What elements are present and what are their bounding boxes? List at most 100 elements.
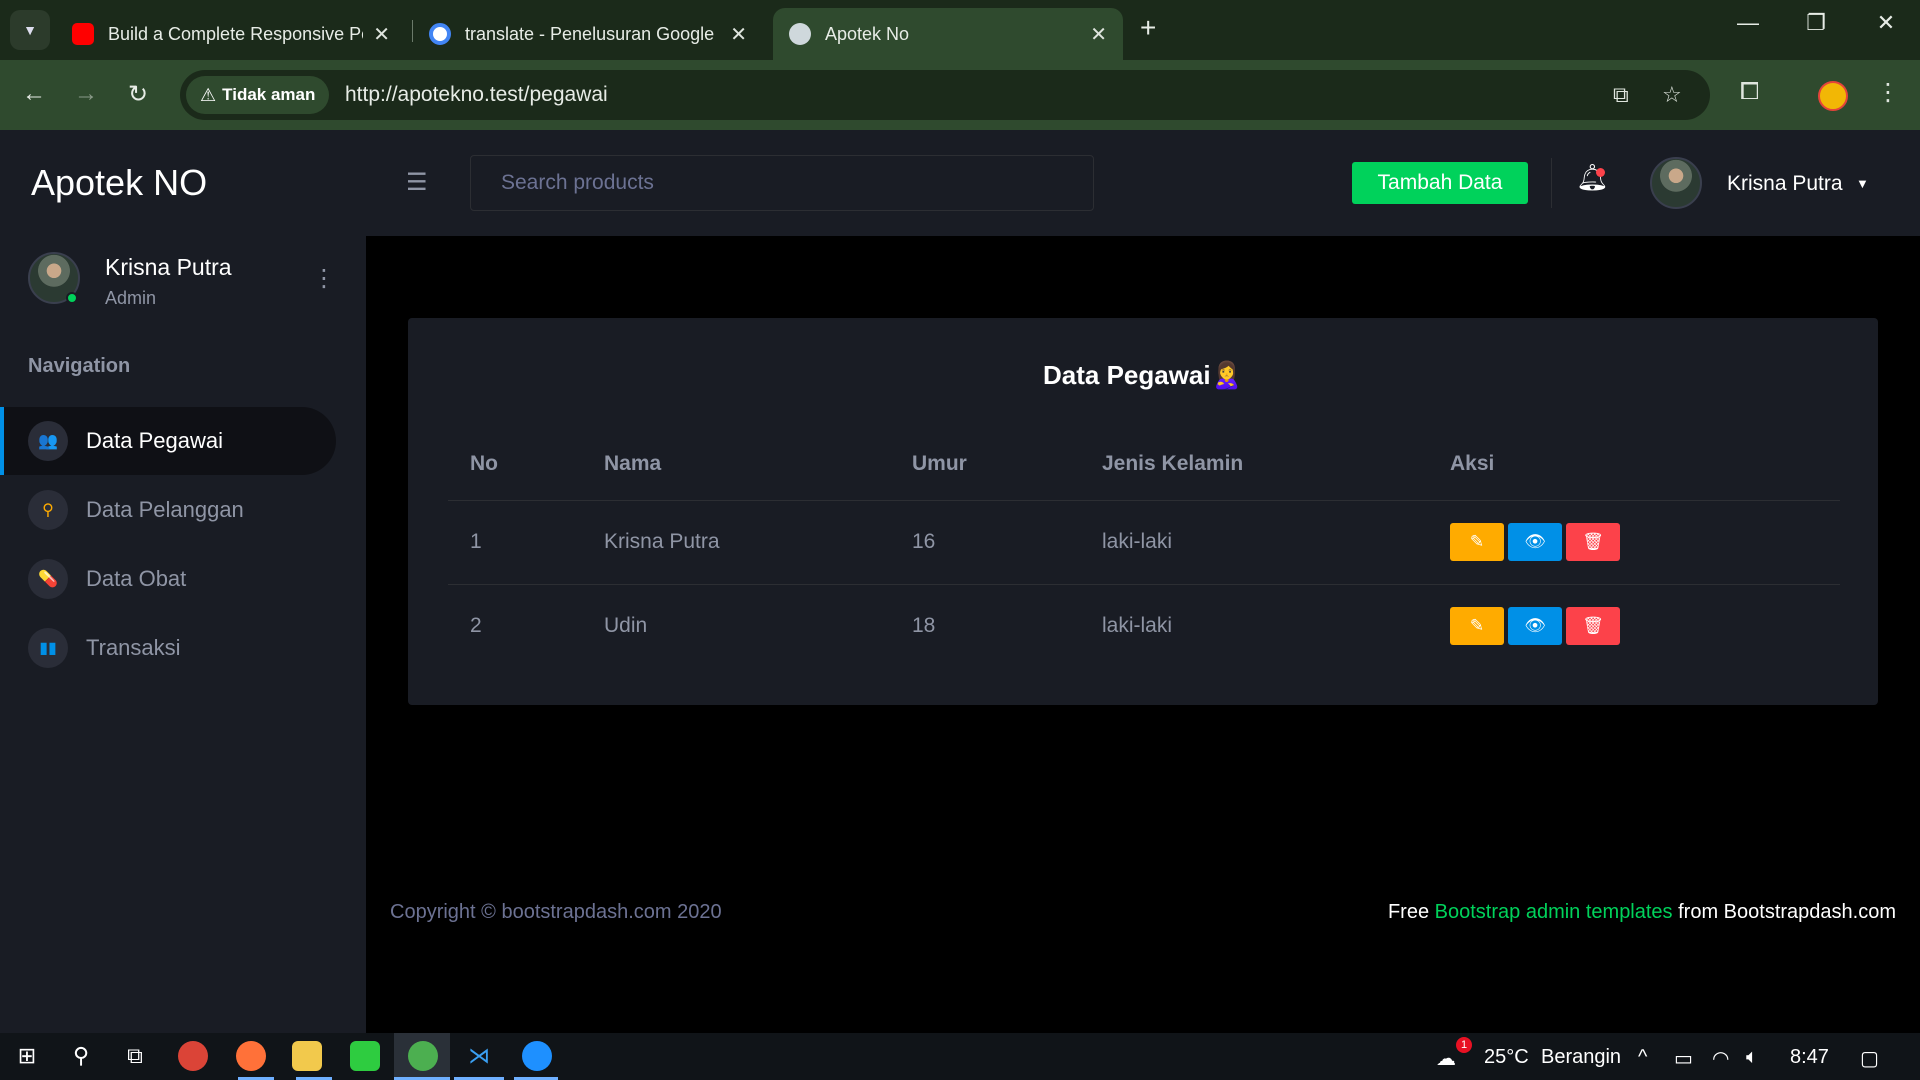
minimize-icon[interactable]: — bbox=[1728, 10, 1768, 36]
security-label: Tidak aman bbox=[222, 85, 316, 104]
browser-tab-bar: ▼ Build a Complete Responsive Pe ✕ trans… bbox=[0, 0, 1920, 60]
youtube-icon bbox=[72, 23, 94, 45]
sidebar-item-label: Data Pegawai bbox=[86, 428, 223, 453]
top-navbar: ☰ Tambah Data 🔔︎ Krisna Putra ▼ bbox=[366, 130, 1920, 236]
close-tab-icon[interactable]: ✕ bbox=[1090, 22, 1107, 47]
url-text[interactable]: http://apotekno.test/pegawai bbox=[345, 83, 608, 107]
security-chip[interactable]: ⚠ Tidak aman bbox=[186, 76, 330, 114]
extensions-icon[interactable]: ⧠ bbox=[1740, 78, 1759, 106]
column-header-umur: Umur bbox=[890, 428, 1080, 501]
brand-logo[interactable]: Apotek NO bbox=[31, 162, 207, 204]
pencil-icon: ✎ bbox=[1469, 616, 1485, 636]
edit-button[interactable]: ✎ bbox=[1450, 607, 1504, 646]
chevron-up-icon[interactable]: ^ bbox=[1638, 1046, 1647, 1069]
column-header-jenis-kelamin: Jenis Kelamin bbox=[1080, 428, 1428, 501]
address-bar[interactable]: ⚠ Tidak aman http://apotekno.test/pegawa… bbox=[180, 70, 1710, 120]
cell-umur: 18 bbox=[912, 614, 936, 638]
tab-title: Apotek No bbox=[825, 23, 910, 44]
bootstrap-templates-link[interactable]: Bootstrap admin templates bbox=[1435, 901, 1673, 923]
sidebar-item-data-obat[interactable]: 💊 Data Obat bbox=[0, 545, 336, 613]
search-input[interactable] bbox=[470, 155, 1094, 211]
browser-tab-youtube[interactable]: Build a Complete Responsive Pe ✕ bbox=[56, 8, 406, 60]
view-button[interactable]: 👁 bbox=[1508, 607, 1562, 646]
nav-section-title: Navigation bbox=[28, 355, 131, 377]
weather-temperature[interactable]: 25°C bbox=[1484, 1046, 1529, 1069]
google-icon bbox=[429, 23, 451, 45]
sidebar-item-transaksi[interactable]: ▮▮ Transaksi bbox=[0, 614, 336, 682]
windows-start-icon[interactable]: ⊞ bbox=[12, 1041, 42, 1071]
weather-icon[interactable]: ☁ bbox=[1436, 1046, 1456, 1071]
sidebar-item-label: Transaksi bbox=[86, 635, 181, 660]
notification-center-icon[interactable]: ▢ bbox=[1860, 1046, 1879, 1071]
file-explorer-icon[interactable] bbox=[292, 1041, 322, 1071]
data-pegawai-card: Data Pegawai🙎‍♀️ No Nama Umur Jenis Kela… bbox=[408, 318, 1878, 705]
avatar[interactable] bbox=[1650, 157, 1702, 209]
warning-icon: ⚠ bbox=[200, 84, 217, 105]
forward-icon[interactable]: → bbox=[74, 80, 98, 108]
chrome-icon[interactable] bbox=[178, 1041, 208, 1071]
sidebar-item-label: Data Pelanggan bbox=[86, 497, 244, 522]
app-icon[interactable] bbox=[350, 1041, 380, 1071]
windows-taskbar: ⊞ ⚲ ⧉ ⋊ ☁ 1 25°C Berangin ^ ▭ ◠ 🔈︎ 8:47 … bbox=[0, 1033, 1920, 1080]
table-header-row: No Nama Umur Jenis Kelamin Aksi bbox=[448, 428, 1840, 501]
table-row: 2 Udin 18 laki-laki ✎ 👁 🗑 bbox=[448, 584, 1840, 668]
browser-tab-google[interactable]: translate - Penelusuran Google ✕ bbox=[413, 8, 763, 60]
edge-icon[interactable] bbox=[522, 1041, 552, 1071]
back-icon[interactable]: ← bbox=[22, 80, 46, 108]
menu-kebab-icon[interactable]: ⋮ bbox=[1876, 78, 1900, 107]
more-options-icon[interactable]: ⋮ bbox=[312, 264, 336, 293]
wifi-icon[interactable]: ◠ bbox=[1712, 1046, 1729, 1071]
cell-aksi: ✎ 👁 🗑 bbox=[1428, 500, 1840, 585]
chrome-profile-icon[interactable] bbox=[408, 1041, 438, 1071]
tambah-data-button[interactable]: Tambah Data bbox=[1352, 162, 1528, 204]
main-content: Data Pegawai🙎‍♀️ No Nama Umur Jenis Kela… bbox=[366, 236, 1920, 1033]
close-window-icon[interactable]: ✕ bbox=[1866, 10, 1906, 36]
chevron-down-icon[interactable]: ▼ bbox=[1856, 176, 1869, 191]
bookmark-star-icon[interactable]: ☆ bbox=[1662, 82, 1682, 108]
eye-icon: 👁 bbox=[1524, 616, 1546, 636]
delete-button[interactable]: 🗑 bbox=[1566, 607, 1620, 646]
sidebar-item-data-pelanggan[interactable]: ⚲ Data Pelanggan bbox=[0, 476, 336, 544]
sidebar-user-name: Krisna Putra bbox=[105, 254, 232, 280]
view-button[interactable]: 👁 bbox=[1508, 523, 1562, 561]
sidebar-item-data-pegawai[interactable]: 👥 Data Pegawai bbox=[0, 407, 336, 475]
column-header-aksi: Aksi bbox=[1428, 428, 1840, 501]
browser-tab-apotek[interactable]: Apotek No ✕ bbox=[773, 8, 1123, 60]
table-row: 1 Krisna Putra 16 laki-laki ✎ 👁 🗑 bbox=[448, 500, 1840, 585]
trash-icon: 🗑 bbox=[1582, 532, 1604, 551]
browser-toolbar: ← → ↻ ⚠ Tidak aman http://apotekno.test/… bbox=[0, 60, 1920, 130]
delete-button[interactable]: 🗑 bbox=[1566, 523, 1620, 561]
top-user-name[interactable]: Krisna Putra bbox=[1727, 172, 1843, 196]
new-tab-button[interactable]: + bbox=[1140, 12, 1156, 44]
close-tab-icon[interactable]: ✕ bbox=[373, 22, 390, 47]
card-title: Data Pegawai🙎‍♀️ bbox=[1042, 360, 1243, 390]
volume-icon[interactable]: 🔈︎ bbox=[1746, 1046, 1758, 1069]
app-root: Apotek NO Krisna Putra Admin ⋮ Navigatio… bbox=[0, 130, 1920, 1033]
search-icon[interactable]: ⚲ bbox=[66, 1041, 96, 1071]
tab-title: Build a Complete Responsive Pe bbox=[108, 23, 364, 44]
edit-button[interactable]: ✎ bbox=[1450, 523, 1504, 561]
cell-no: 1 bbox=[448, 500, 582, 585]
online-status-dot bbox=[66, 292, 78, 304]
column-header-no: No bbox=[448, 428, 582, 501]
pegawai-table: No Nama Umur Jenis Kelamin Aksi 1 Krisna… bbox=[448, 428, 1840, 668]
pencil-icon: ✎ bbox=[1469, 532, 1485, 551]
firefox-icon[interactable] bbox=[236, 1041, 266, 1071]
battery-icon[interactable]: ▭ bbox=[1674, 1046, 1693, 1071]
weather-badge: 1 bbox=[1456, 1037, 1472, 1053]
trash-icon: 🗑 bbox=[1582, 616, 1604, 636]
vscode-icon[interactable]: ⋊ bbox=[464, 1041, 494, 1071]
clock-time[interactable]: 8:47 bbox=[1790, 1046, 1829, 1069]
restore-icon[interactable]: ❐ bbox=[1796, 10, 1836, 36]
cell-aksi: ✎ 👁 🗑 bbox=[1428, 584, 1840, 668]
task-view-icon[interactable]: ⧉ bbox=[120, 1041, 150, 1071]
footer-prefix: Free bbox=[1387, 901, 1435, 923]
reload-icon[interactable]: ↻ bbox=[128, 80, 148, 109]
weather-condition[interactable]: Berangin bbox=[1541, 1046, 1621, 1069]
hamburger-menu-icon[interactable]: ☰ bbox=[406, 168, 428, 197]
notification-bell-icon[interactable]: 🔔︎ bbox=[1576, 162, 1609, 193]
translate-icon[interactable]: ⧉ bbox=[1613, 82, 1629, 108]
browser-profile-avatar[interactable] bbox=[1818, 81, 1848, 111]
tab-search-button[interactable]: ▼ bbox=[10, 10, 50, 50]
close-tab-icon[interactable]: ✕ bbox=[730, 22, 747, 47]
